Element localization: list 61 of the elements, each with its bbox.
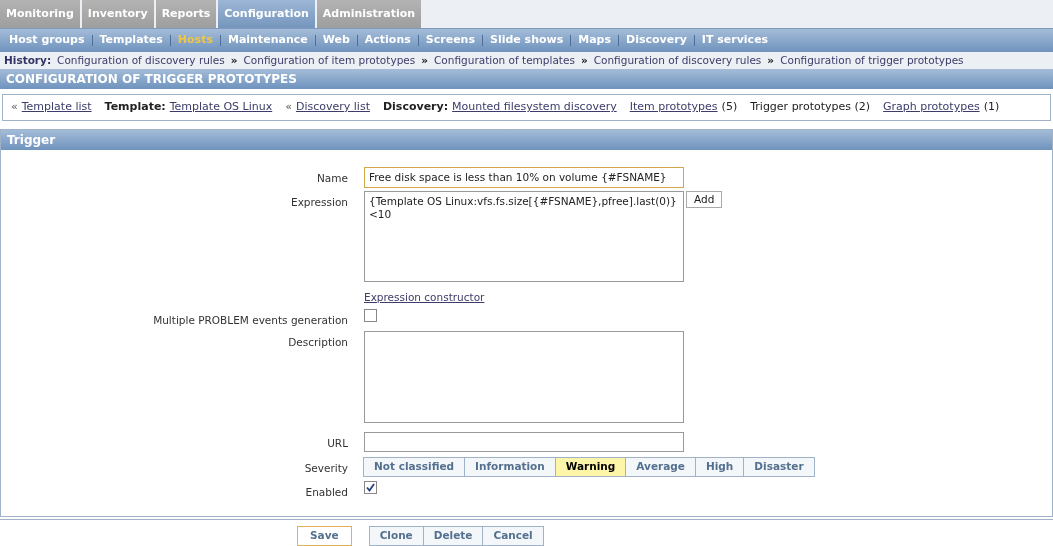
form-title: Trigger [1,130,1052,150]
back-arrow-icon: « [11,99,18,116]
severity-option[interactable]: Information [464,456,556,477]
form-button[interactable]: Clone [368,526,424,546]
page-title: CONFIGURATION OF TRIGGER PROTOTYPES [0,69,1053,89]
submenu-item[interactable]: Slide shows [482,32,571,49]
submenu-item[interactable]: Host groups [2,32,92,49]
field-label: URL [327,435,348,451]
field-label: Multiple PROBLEM events generation [153,312,348,328]
menu-tab[interactable]: Configuration [218,0,315,28]
nav-text: Trigger prototypes (2) [750,99,871,116]
nav-link[interactable]: Discovery list [295,99,370,116]
history-link[interactable]: Configuration of discovery rules [593,52,762,69]
checkbox[interactable] [364,480,377,494]
history-link[interactable]: Configuration of templates [434,52,575,69]
nav-link[interactable]: Item prototypes [629,99,718,116]
nav-count: (1) [983,99,1000,116]
submenu-item[interactable]: Screens [418,32,482,49]
severity-option[interactable]: Disaster [743,456,815,477]
nav-link[interactable]: Template OS Linux [169,99,273,116]
history-link[interactable]: Configuration of item prototypes [243,52,416,69]
submenu-item[interactable]: Web [315,32,357,49]
submenu-item[interactable]: Templates [92,32,170,49]
history-link[interactable]: Configuration of trigger prototypes [780,52,964,69]
field-label: Enabled [305,484,348,500]
separator-icon: » [767,52,775,69]
separator-icon: » [580,52,588,69]
severity-option[interactable]: Average [625,456,696,477]
nav-link[interactable]: Graph prototypes [883,99,980,116]
back-arrow-icon: « [285,99,292,116]
severity-option[interactable]: Not classified [363,456,466,477]
url-field[interactable] [364,431,684,452]
form-button[interactable]: Delete [422,526,484,546]
submenu-item[interactable]: IT services [694,32,776,49]
severity-option[interactable]: High [694,456,745,477]
nav-link[interactable]: Template list [21,99,92,116]
nav-label: Template: [104,99,166,116]
submenu-item[interactable]: Maintenance [220,32,315,49]
history-label: History: [4,52,52,68]
separator-icon: » [421,52,429,69]
form-button[interactable]: Cancel [482,526,544,546]
save-button[interactable]: Save [297,526,352,546]
checkbox[interactable] [364,308,377,322]
expression-link[interactable]: Expression constructor [364,290,485,306]
add-button[interactable]: Add [686,191,723,208]
expression-field[interactable]: {Template OS Linux:vfs.fs.size[{#FSNAME},pfree].last(0)}<10 [364,191,684,282]
field-label: Description [288,334,348,350]
severity-option[interactable]: Warning [554,456,627,477]
description-field[interactable] [364,330,684,423]
submenu-item[interactable]: Maps [571,32,619,49]
field-label: Expression [291,195,348,210]
field-label: Name [317,171,348,186]
field-label: Severity [304,460,348,476]
nav-label: Discovery: [382,99,449,116]
nav-link[interactable]: Mounted filesystem discovery [452,99,617,116]
submenu-item[interactable]: Discovery [619,32,694,49]
submenu-item[interactable]: Actions [357,32,418,49]
separator-icon: » [230,52,238,69]
nav-count: (5) [721,99,738,116]
input-field[interactable]: Free disk space is less than 10% on volume {#FSNAME} [364,167,684,188]
history-link[interactable]: Configuration of discovery rules [57,52,225,69]
